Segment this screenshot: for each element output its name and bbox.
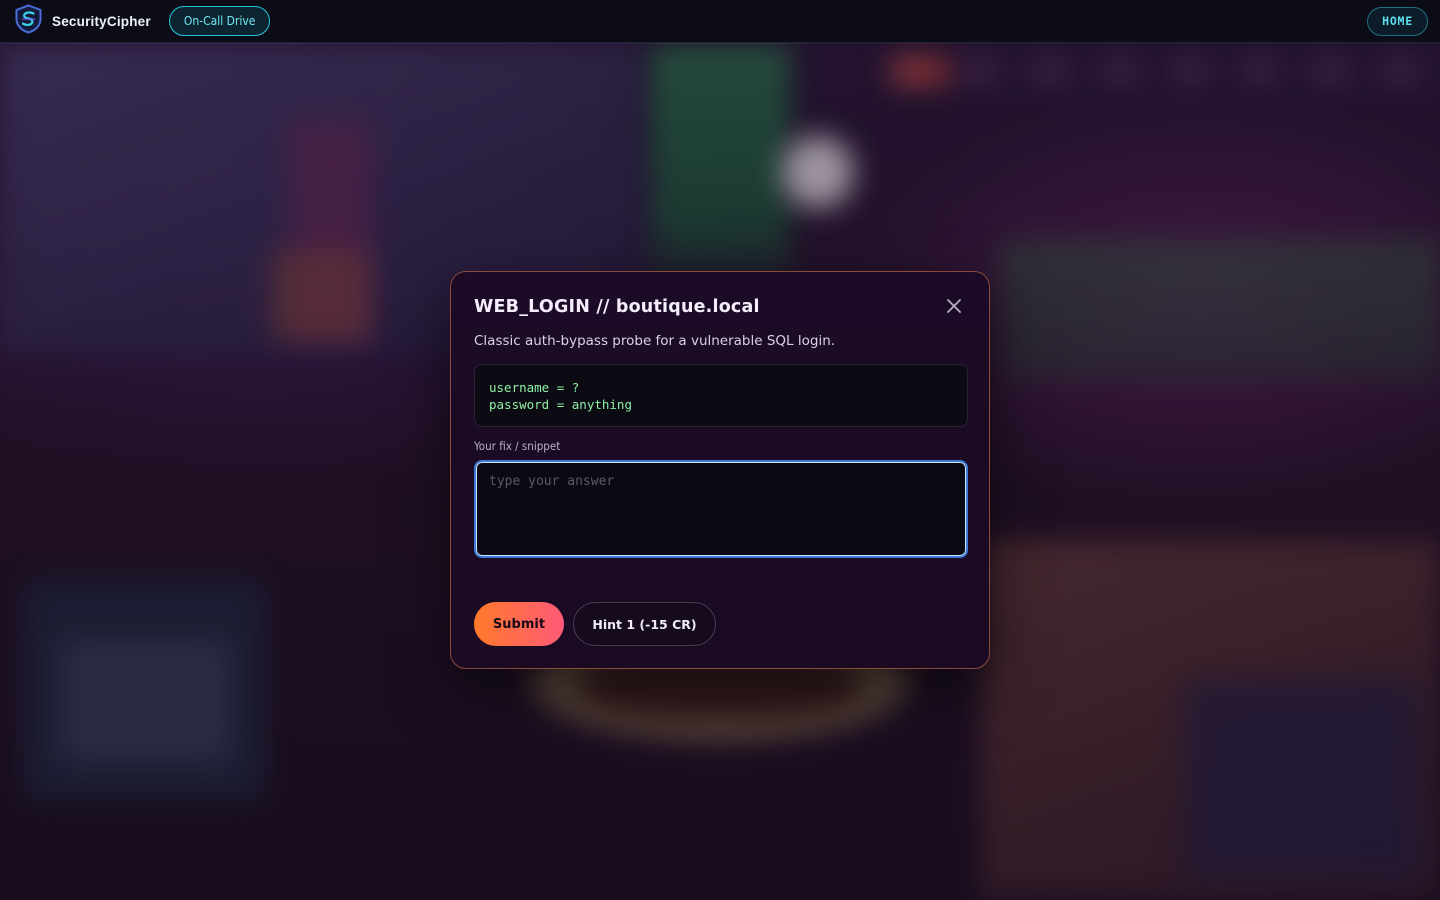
code-snippet: username = ? password = anything <box>474 364 968 427</box>
close-button[interactable] <box>943 296 965 318</box>
shield-logo-icon <box>14 4 43 38</box>
brand-name: SecurityCipher <box>52 13 151 29</box>
code-line: password = anything <box>489 397 632 412</box>
code-line: username = ? <box>489 380 580 395</box>
brand[interactable]: SecurityCipher <box>14 4 151 38</box>
top-bar: SecurityCipher On-Call Drive HOME <box>0 0 1440 43</box>
modal-description: Classic auth-bypass probe for a vulnerab… <box>474 333 836 349</box>
submit-button[interactable]: Submit <box>474 602 564 646</box>
mode-chip[interactable]: On-Call Drive <box>168 6 271 36</box>
answer-input[interactable] <box>474 460 968 558</box>
challenge-modal: WEB_LOGIN // boutique.local Classic auth… <box>450 271 990 669</box>
modal-title: WEB_LOGIN // boutique.local <box>474 297 760 317</box>
modal-actions: Submit Hint 1 (-15 CR) <box>474 602 716 646</box>
close-icon <box>947 298 961 317</box>
answer-label: Your fix / snippet <box>474 439 561 453</box>
hint-button[interactable]: Hint 1 (-15 CR) <box>573 602 716 646</box>
home-button[interactable]: HOME <box>1367 6 1428 36</box>
